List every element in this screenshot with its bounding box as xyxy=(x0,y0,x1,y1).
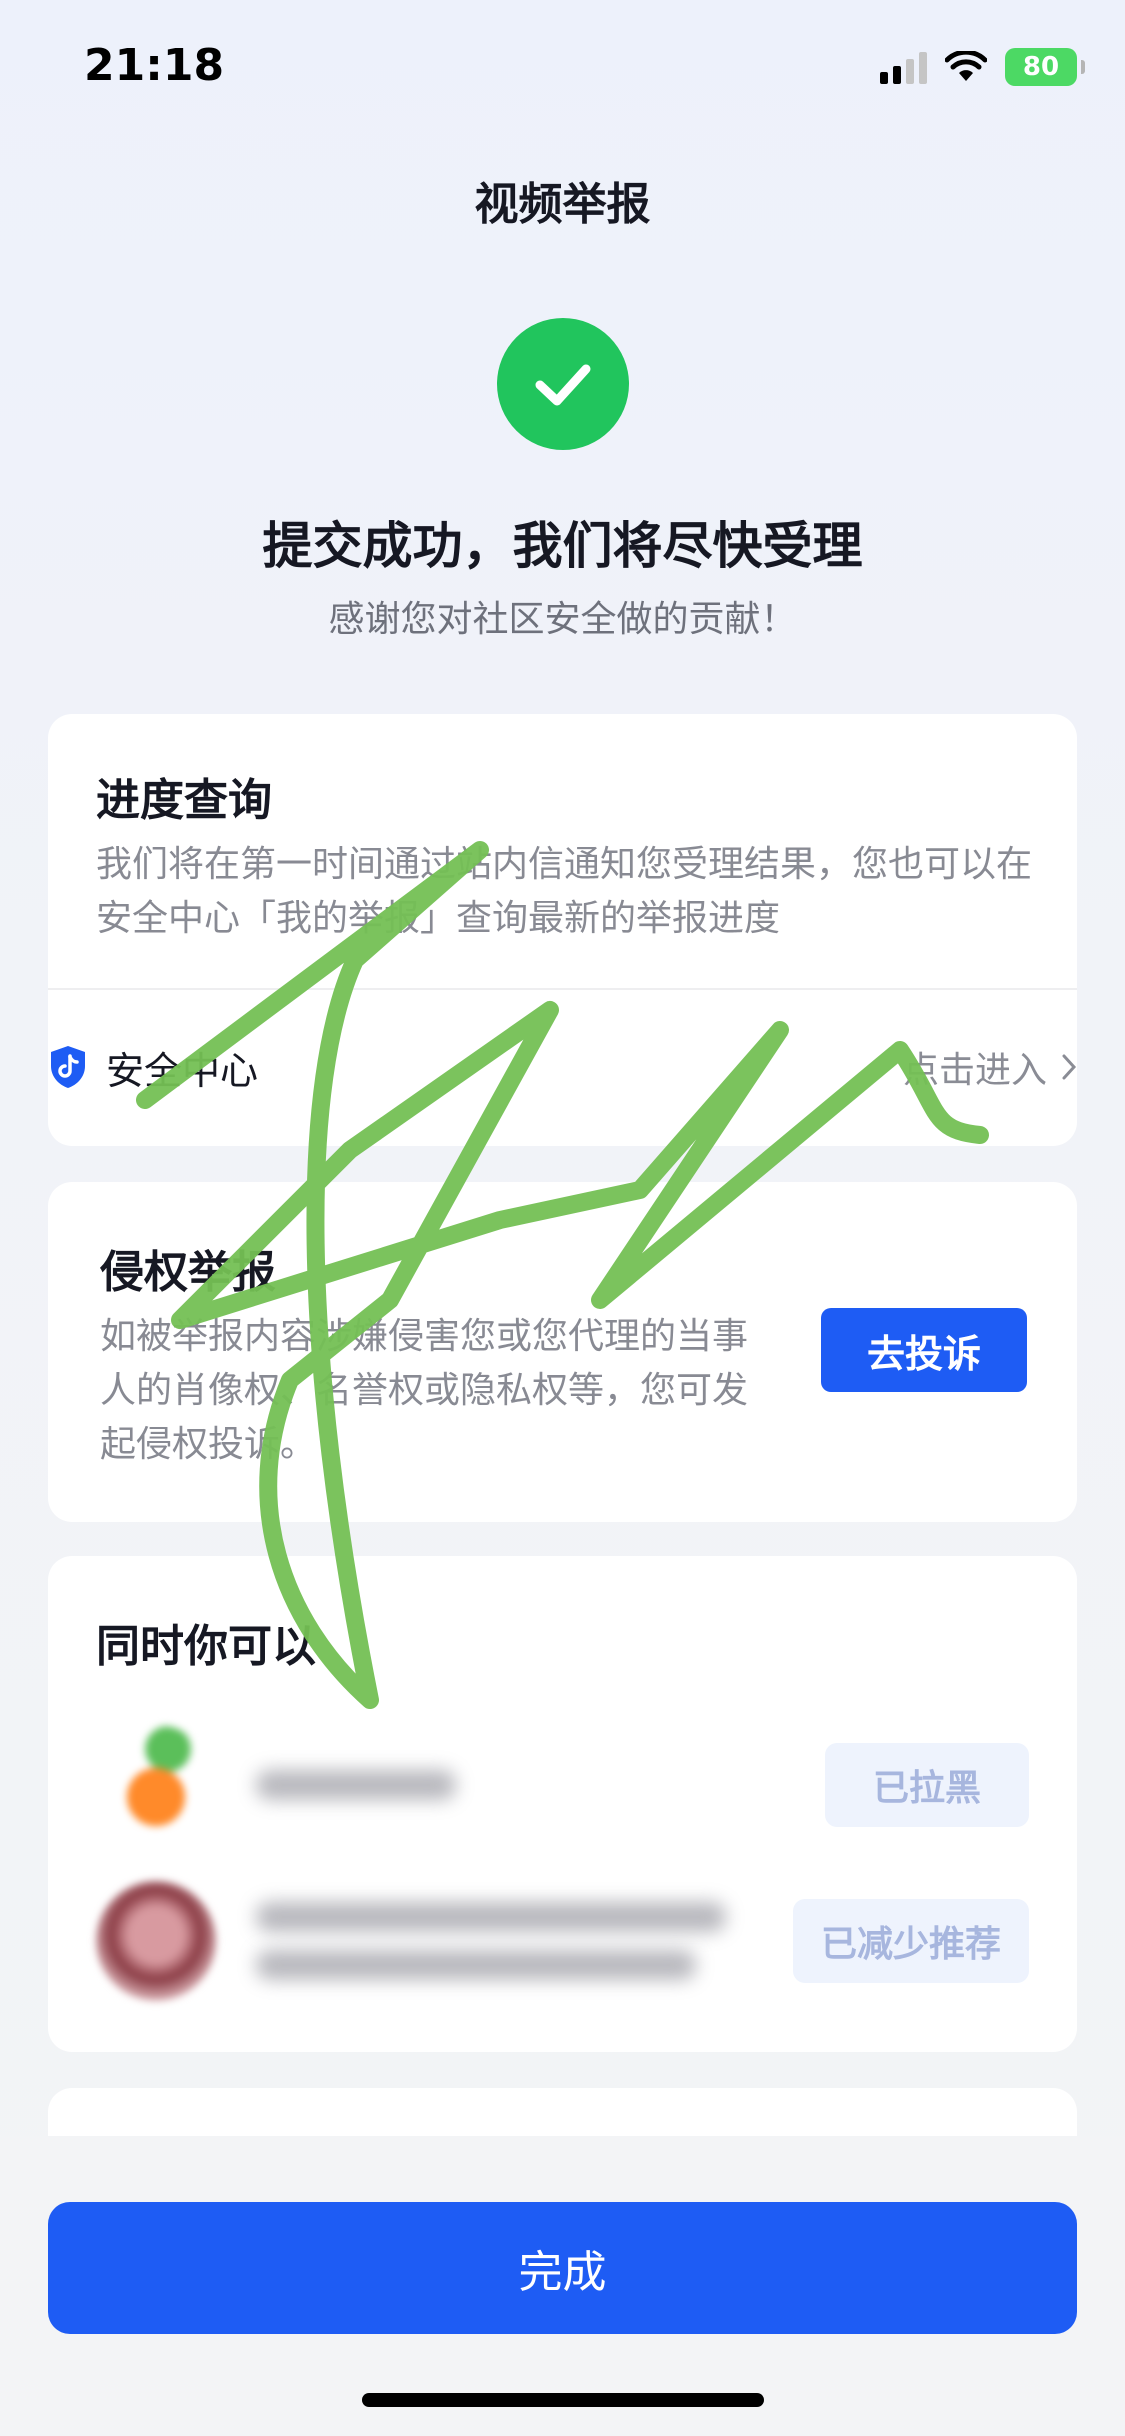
page-title: 视频举报 xyxy=(474,179,651,230)
avatar xyxy=(96,1881,216,2001)
safety-center-label: 安全中心 xyxy=(106,1048,259,1093)
chevron-right-icon xyxy=(1062,1054,1077,1080)
list-item[interactable]: 已减少推荐 xyxy=(96,1876,1029,2006)
battery-icon: 80 xyxy=(1005,48,1085,86)
rights-card-title: 侵权举报 xyxy=(100,1247,276,1298)
also-card: 同时你可以 已拉黑 已减少推荐 xyxy=(48,1556,1077,2052)
shield-icon xyxy=(51,1046,85,1088)
success-title: 提交成功，我们将尽快受理 xyxy=(262,517,863,575)
cellular-signal-icon xyxy=(880,50,927,84)
list-item[interactable]: 已拉黑 xyxy=(96,1720,1029,1850)
battery-level: 80 xyxy=(1022,52,1060,82)
status-time: 21:18 xyxy=(84,40,225,91)
rights-card-description: 如被举报内容涉嫌侵害您或您代理的当事人的肖像权、名誉权或隐私权等，您可发起侵权投… xyxy=(100,1316,749,1465)
progress-card-title: 进度查询 xyxy=(96,775,272,826)
reduced-recommendation-button[interactable]: 已减少推荐 xyxy=(793,1899,1029,1983)
success-check-icon xyxy=(497,318,629,450)
done-button[interactable]: 完成 xyxy=(48,2202,1077,2334)
blurred-username xyxy=(256,1770,456,1800)
home-indicator xyxy=(362,2393,764,2407)
wifi-icon xyxy=(945,51,987,81)
safety-center-action: 点击进入 xyxy=(902,1050,1047,1091)
complain-button[interactable]: 去投诉 xyxy=(821,1308,1027,1392)
divider xyxy=(48,988,1077,990)
progress-card-description: 我们将在第一时间通过站内信通知您受理结果，您也可以在安全中心「我的举报」查询最新… xyxy=(96,844,1033,939)
rights-report-card: 侵权举报 如被举报内容涉嫌侵害您或您代理的当事人的肖像权、名誉权或隐私权等，您可… xyxy=(48,1182,1077,1522)
blocked-status-button[interactable]: 已拉黑 xyxy=(825,1743,1029,1827)
safety-center-link[interactable]: 安全中心 点击进入 xyxy=(48,1022,1077,1112)
status-bar: 21:18 80 xyxy=(0,0,1125,140)
success-subtitle: 感谢您对社区安全做的贡献！ xyxy=(328,599,797,640)
also-card-title: 同时你可以 xyxy=(96,1621,316,1672)
status-icons: 80 xyxy=(880,48,1085,86)
avatar xyxy=(96,1725,216,1845)
blurred-content xyxy=(256,1902,726,1980)
